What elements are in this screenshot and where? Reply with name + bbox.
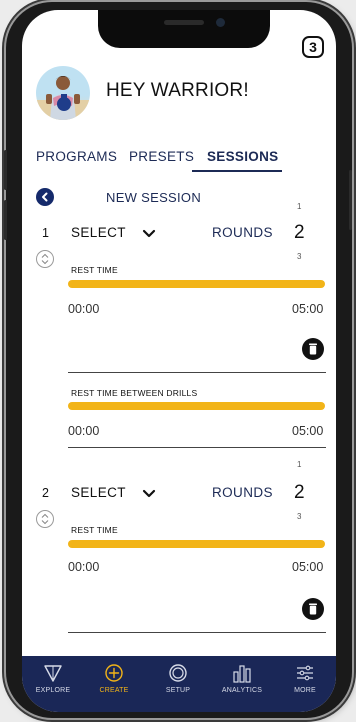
- nav-label: CREATE: [99, 687, 129, 694]
- rest-between-end: 05:00: [292, 424, 324, 438]
- notification-badge[interactable]: 3: [302, 36, 324, 58]
- nav-more[interactable]: MORE: [277, 656, 333, 712]
- rest-time-slider[interactable]: [68, 540, 325, 548]
- up-down-icon: [41, 253, 49, 265]
- speaker-grille: [164, 20, 204, 25]
- explore-icon: [44, 665, 62, 682]
- page-title: HEY WARRIOR!: [106, 80, 249, 101]
- rounds-prev-value: 1: [297, 460, 302, 469]
- rounds-prev-value: 1: [297, 202, 302, 211]
- section-divider: [68, 632, 326, 633]
- nav-create[interactable]: CREATE: [86, 656, 142, 712]
- rest-between-start: 00:00: [68, 424, 100, 438]
- nav-setup[interactable]: SETUP: [150, 656, 206, 712]
- nav-label: SETUP: [165, 687, 191, 694]
- nav-analytics[interactable]: ANALYTICS: [214, 656, 270, 712]
- section-divider: [68, 372, 326, 373]
- delete-drill-button[interactable]: [302, 598, 324, 620]
- rest-time-label: REST TIME: [71, 265, 118, 275]
- section-divider: [68, 447, 326, 448]
- rest-time-start: 00:00: [68, 560, 100, 574]
- reorder-stepper-icon[interactable]: [36, 510, 54, 528]
- rest-time-label: REST TIME: [71, 525, 118, 535]
- drill-select-dropdown[interactable]: SELECT: [71, 485, 126, 500]
- rounds-next-value: 3: [297, 512, 302, 521]
- rounds-label: ROUNDS: [212, 485, 273, 500]
- drill-select-dropdown[interactable]: SELECT: [71, 225, 126, 240]
- rest-time-end: 05:00: [292, 560, 324, 574]
- rest-time-start: 00:00: [68, 302, 100, 316]
- rest-between-drills-label: REST TIME BETWEEN DRILLS: [71, 388, 198, 398]
- chevron-left-icon: [42, 192, 48, 202]
- rest-between-drills-slider[interactable]: [68, 402, 325, 410]
- delete-drill-button[interactable]: [302, 338, 324, 360]
- create-icon: [105, 664, 123, 682]
- chevron-down-icon[interactable]: [142, 489, 156, 499]
- drill-number: 2: [42, 486, 49, 500]
- chevron-down-icon[interactable]: [142, 229, 156, 239]
- rounds-picker-value[interactable]: 2: [294, 222, 305, 244]
- rest-time-end: 05:00: [292, 302, 324, 316]
- volume-button-2: [4, 200, 7, 240]
- active-tab-indicator: [192, 170, 282, 172]
- nav-label: ANALYTICS: [221, 687, 263, 694]
- nav-label: MORE: [294, 687, 316, 694]
- more-icon: [297, 665, 313, 681]
- avatar-photo: [36, 76, 90, 120]
- back-button[interactable]: [36, 188, 54, 206]
- power-button: [349, 170, 352, 230]
- up-down-icon: [41, 513, 49, 525]
- tab-bar: PROGRAMS PRESETS SESSIONS: [22, 146, 336, 176]
- bottom-nav: EXPLORE CREATE SETUP ANALYTICS MORE: [22, 656, 336, 712]
- rounds-picker-value[interactable]: 2: [294, 482, 305, 504]
- rounds-label: ROUNDS: [212, 225, 273, 240]
- trash-icon: [309, 343, 317, 355]
- drill-number: 1: [42, 226, 49, 240]
- front-camera: [216, 18, 225, 27]
- rest-time-slider[interactable]: [68, 280, 325, 288]
- new-session-label[interactable]: NEW SESSION: [106, 190, 201, 205]
- nav-label: EXPLORE: [35, 687, 71, 694]
- tab-sessions[interactable]: SESSIONS: [207, 149, 278, 164]
- reorder-stepper-icon[interactable]: [36, 250, 54, 268]
- avatar[interactable]: [36, 66, 90, 120]
- tab-presets[interactable]: PRESETS: [129, 149, 194, 164]
- rounds-next-value: 3: [297, 252, 302, 261]
- trash-icon: [309, 603, 317, 615]
- nav-explore[interactable]: EXPLORE: [25, 656, 81, 712]
- volume-button: [4, 150, 7, 190]
- analytics-icon: [233, 665, 251, 683]
- tab-programs[interactable]: PROGRAMS: [36, 149, 117, 164]
- app-screen: 3 HEY WARRIOR! PROGRAMS PRESETS SESSIONS…: [22, 10, 336, 712]
- phone-notch: [98, 10, 270, 48]
- setup-icon: [169, 664, 187, 682]
